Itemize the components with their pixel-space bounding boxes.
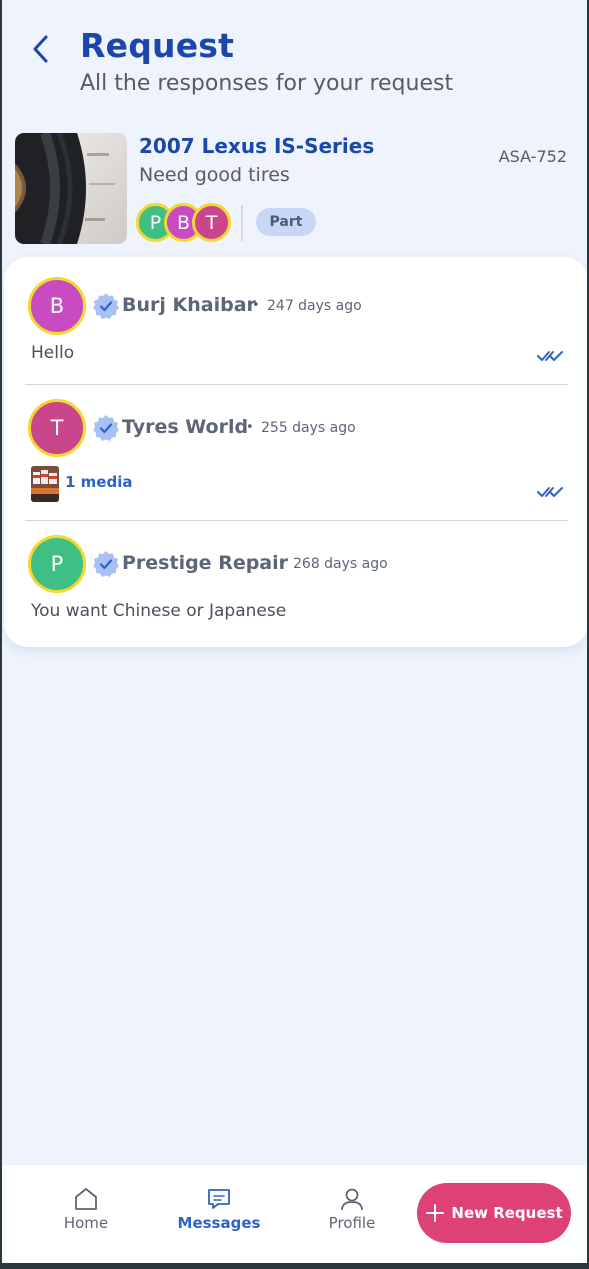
media-link[interactable]: 1 media [65, 473, 132, 491]
verified-badge-icon [93, 551, 119, 577]
nav-profile[interactable]: Profile [307, 1187, 397, 1237]
category-tag: Part [256, 208, 316, 236]
nav-messages[interactable]: Messages [174, 1187, 264, 1237]
page-title: Request [80, 26, 235, 65]
back-button[interactable] [24, 30, 58, 68]
nav-home-label: Home [63, 1214, 109, 1232]
avatar: T [28, 399, 86, 457]
response-time: 247 days ago [267, 298, 362, 314]
responder-name: Tyres World [122, 416, 249, 438]
page-subtitle: All the responses for your request [80, 71, 454, 96]
separator-dot: • [246, 420, 254, 435]
plus-icon [426, 1204, 445, 1222]
double-check-icon [537, 487, 563, 497]
response-time: 255 days ago [261, 420, 356, 436]
separator-dot: • [252, 298, 260, 313]
avatar: B [28, 277, 86, 335]
response-message: You want Chinese or Japanese [31, 601, 287, 621]
header: Request All the responses for your reque… [2, 0, 587, 110]
response-item[interactable]: B Burj Khaibar • 247 days ago Hello [4, 257, 587, 384]
user-icon [341, 1188, 363, 1211]
verified-badge-icon [93, 293, 119, 319]
nav-messages-label: Messages [177, 1214, 261, 1232]
response-item[interactable]: T Tyres World • 255 days ago 1 media [4, 385, 587, 520]
response-message: Hello [31, 343, 75, 363]
media-thumbnail[interactable] [31, 466, 59, 502]
message-icon [208, 1189, 230, 1209]
request-reference: ASA-752 [498, 147, 567, 166]
avatar: T [192, 203, 231, 242]
new-request-label: New Request [451, 1204, 563, 1222]
double-check-icon [537, 351, 563, 361]
avatar: P [28, 535, 86, 593]
nav-profile-label: Profile [328, 1214, 376, 1232]
response-time: 268 days ago [293, 556, 388, 572]
new-request-button[interactable]: New Request [417, 1183, 571, 1243]
separator-dot: • [278, 556, 286, 571]
chevron-left-icon [33, 35, 48, 63]
responder-name: Prestige Repair [122, 552, 289, 574]
divider [241, 205, 243, 241]
nav-home[interactable]: Home [41, 1187, 131, 1237]
app-screen: Request All the responses for your reque… [0, 0, 589, 1263]
verified-badge-icon [93, 415, 119, 441]
responses-list: B Burj Khaibar • 247 days ago Hello T Ty… [4, 257, 587, 647]
response-item[interactable]: P Prestige Repair • 268 days ago You wan… [4, 521, 587, 647]
request-photo[interactable] [15, 133, 127, 244]
vehicle-title[interactable]: 2007 Lexus IS-Series [139, 134, 374, 158]
responder-name: Burj Khaibar [122, 294, 256, 316]
home-icon [75, 1188, 97, 1210]
request-description: Need good tires [139, 164, 290, 186]
request-summary[interactable]: 2007 Lexus IS-Series Need good tires ASA… [2, 128, 587, 248]
bottom-nav: Home Messages Profile New Request [2, 1165, 587, 1263]
